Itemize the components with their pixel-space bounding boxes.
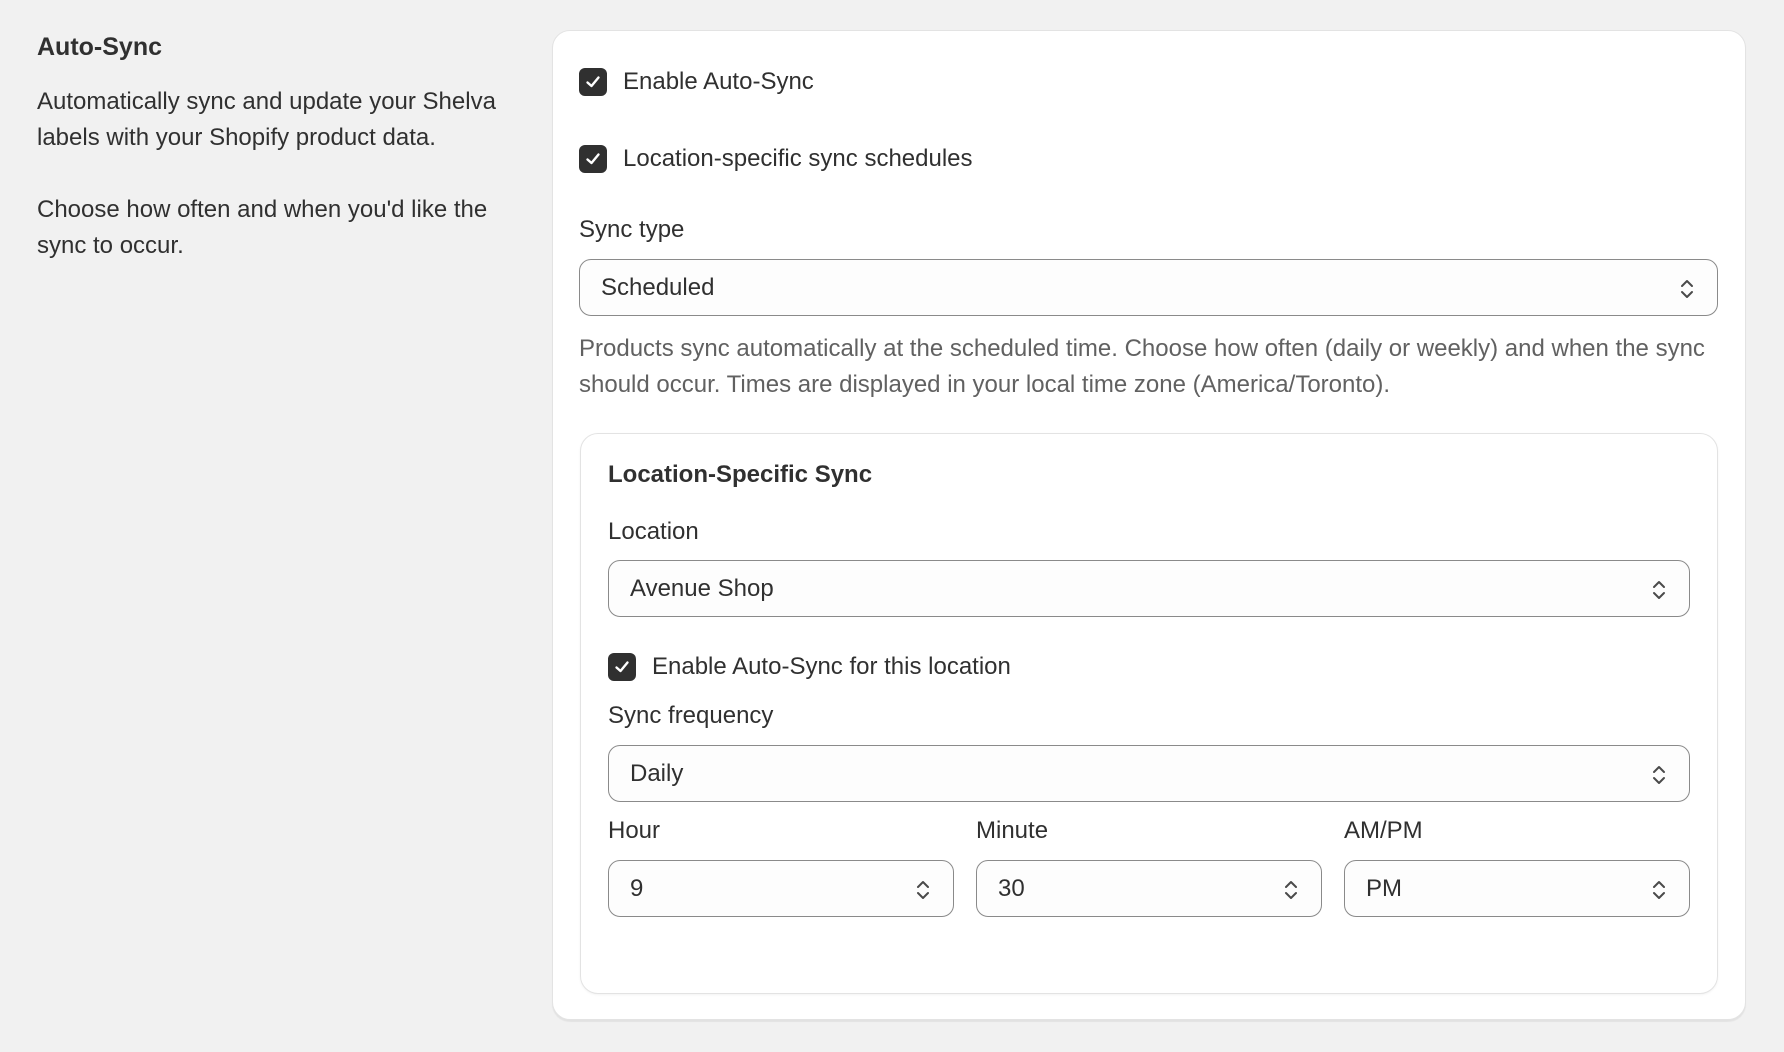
chevron-up-down-icon [1653, 881, 1665, 899]
sync-type-select[interactable]: Scheduled [579, 259, 1718, 316]
sync-frequency-value: Daily [630, 759, 684, 787]
sync-type-value: Scheduled [601, 273, 715, 301]
chevron-up-down-icon [1653, 581, 1665, 599]
sync-type-help-text: Products sync automatically at the sched… [579, 335, 1705, 398]
ampm-label: AM/PM [1344, 817, 1423, 844]
enable-auto-sync-checkbox[interactable] [579, 68, 607, 96]
location-select[interactable]: Avenue Shop [608, 560, 1690, 617]
chevron-up-down-icon [1653, 766, 1665, 784]
location-specific-sync-title: Location-Specific Sync [608, 461, 873, 488]
chevron-up-down-icon [1681, 280, 1693, 298]
hour-value: 9 [630, 874, 644, 902]
sync-frequency-select[interactable]: Daily [608, 745, 1690, 802]
checkmark-icon [586, 76, 600, 88]
section-description-text: Automatically sync and update your Shelv… [37, 88, 496, 151]
location-specific-checkbox-row[interactable]: Location-specific sync schedules [579, 145, 973, 173]
ampm-value: PM [1366, 874, 1402, 902]
ampm-select[interactable]: PM [1344, 860, 1690, 917]
checkmark-icon [586, 153, 600, 165]
chevron-up-down-icon [917, 881, 929, 899]
location-value: Avenue Shop [630, 574, 774, 602]
enable-auto-sync-checkbox-row[interactable]: Enable Auto-Sync [579, 68, 814, 96]
minute-select[interactable]: 30 [976, 860, 1322, 917]
enable-auto-sync-label[interactable]: Enable Auto-Sync [623, 68, 814, 96]
auto-sync-settings-card: Enable Auto-Sync Location-specific sync … [552, 30, 1746, 1020]
minute-label: Minute [976, 817, 1049, 844]
section-description-schedule-text: Choose how often and when you'd like the… [37, 196, 488, 259]
enable-location-sync-label[interactable]: Enable Auto-Sync for this location [652, 653, 1011, 681]
minute-value: 30 [998, 874, 1025, 902]
location-specific-sync-card: Location-Specific Sync Location Avenue S… [580, 433, 1718, 994]
enable-location-sync-checkbox-row[interactable]: Enable Auto-Sync for this location [608, 653, 1011, 681]
hour-select[interactable]: 9 [608, 860, 954, 917]
section-description: Auto-Sync Automatically sync and update … [37, 30, 517, 264]
chevron-up-down-icon [1285, 881, 1297, 899]
enable-location-sync-checkbox[interactable] [608, 653, 636, 681]
sync-type-label: Sync type [579, 216, 685, 243]
section-title: Auto-Sync [37, 33, 162, 61]
hour-label: Hour [608, 817, 661, 844]
location-label: Location [608, 518, 699, 545]
checkmark-icon [615, 661, 629, 673]
location-specific-checkbox[interactable] [579, 145, 607, 173]
sync-frequency-label: Sync frequency [608, 702, 774, 729]
location-specific-label[interactable]: Location-specific sync schedules [623, 145, 973, 173]
